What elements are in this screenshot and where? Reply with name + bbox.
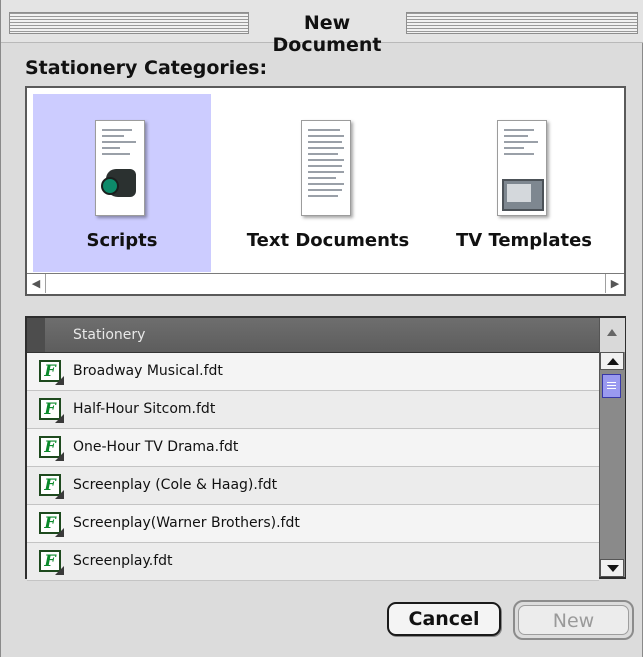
category-scripts[interactable]: Scripts (33, 94, 211, 272)
scroll-down-arrow-icon (607, 565, 619, 572)
stationery-categories-panel: Scripts Text Documents TV Templates ◀ ▶ (25, 86, 626, 296)
list-item[interactable]: F Screenplay(Warner Brothers).fdt (27, 505, 599, 543)
final-draft-file-icon: F (39, 550, 64, 575)
file-name: Screenplay (Cole & Haag).fdt (73, 477, 278, 493)
new-document-dialog: New Document Stationery Categories: Scri… (0, 0, 643, 657)
final-draft-file-icon: F (39, 360, 64, 385)
cancel-button[interactable]: Cancel (387, 602, 501, 636)
scroll-thumb[interactable] (602, 374, 621, 398)
sort-direction-button[interactable] (599, 318, 625, 353)
category-label: Scripts (86, 230, 158, 251)
scroll-up-arrow-icon (607, 358, 619, 365)
tv-document-icon (497, 120, 547, 216)
text-document-icon (301, 120, 351, 216)
script-document-camera-icon (95, 120, 145, 216)
stationery-column-header: Stationery (73, 327, 146, 343)
list-item[interactable]: F One-Hour TV Drama.fdt (27, 429, 599, 467)
stationery-list: Stationery F Broadway Musical.fdt F Half… (25, 316, 626, 581)
sort-column (27, 318, 45, 352)
list-item[interactable]: F Half-Hour Sitcom.fdt (27, 391, 599, 429)
new-button[interactable]: New (513, 600, 634, 640)
scroll-up-button[interactable] (600, 352, 624, 370)
file-name: Screenplay.fdt (73, 553, 173, 569)
list-item[interactable]: F Screenplay.fdt (27, 543, 599, 581)
title-bar-stripes-right (406, 12, 638, 34)
list-item[interactable]: F Screenplay (Cole & Haag).fdt (27, 467, 599, 505)
category-text-documents[interactable]: Text Documents (239, 94, 417, 272)
new-button-label: New (518, 605, 629, 635)
categories-horizontal-scrollbar[interactable]: ◀ ▶ (27, 273, 624, 294)
final-draft-file-icon: F (39, 512, 64, 537)
category-tv-templates[interactable]: TV Templates (435, 94, 613, 272)
list-vertical-scrollbar[interactable] (599, 352, 625, 577)
final-draft-file-icon: F (39, 474, 64, 499)
final-draft-file-icon: F (39, 398, 64, 423)
list-item[interactable]: F Broadway Musical.fdt (27, 353, 599, 391)
scroll-left-arrow-icon[interactable]: ◀ (27, 274, 46, 293)
list-header[interactable]: Stationery (27, 318, 599, 353)
title-bar[interactable]: New Document (1, 0, 643, 56)
window-title: New Document (272, 12, 382, 56)
file-name: Broadway Musical.fdt (73, 363, 223, 379)
title-bar-stripes-left (9, 12, 249, 34)
file-name: One-Hour TV Drama.fdt (73, 439, 239, 455)
scroll-down-button[interactable] (600, 559, 624, 577)
sort-direction-icon (607, 329, 617, 336)
file-name: Screenplay(Warner Brothers).fdt (73, 515, 300, 531)
scroll-right-arrow-icon[interactable]: ▶ (605, 274, 624, 293)
stationery-rows: F Broadway Musical.fdt F Half-Hour Sitco… (27, 353, 599, 581)
file-name: Half-Hour Sitcom.fdt (73, 401, 216, 417)
category-label: TV Templates (455, 230, 593, 251)
stationery-categories-label: Stationery Categories: (25, 57, 268, 79)
final-draft-file-icon: F (39, 436, 64, 461)
category-label: Text Documents (246, 230, 410, 251)
